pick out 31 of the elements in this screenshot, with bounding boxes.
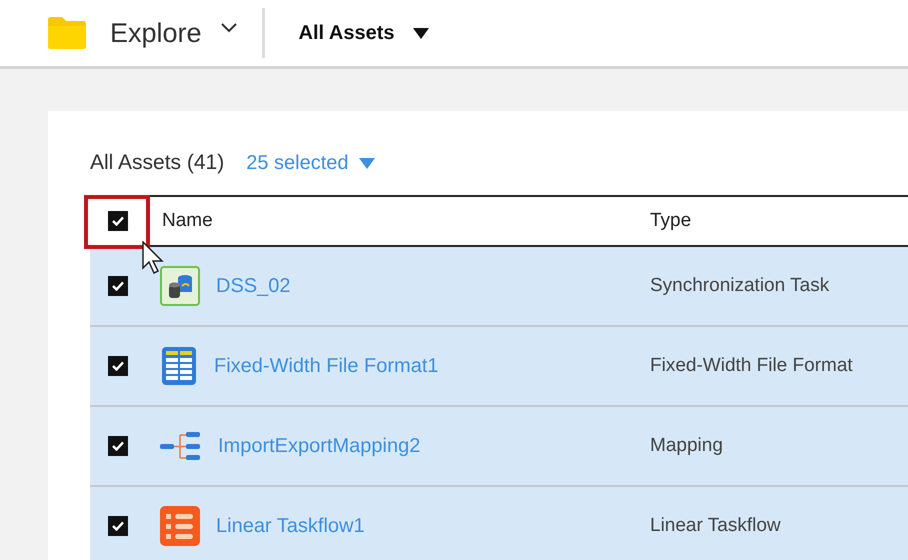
checkbox[interactable] — [108, 276, 128, 296]
column-header[interactable]: Type — [650, 210, 908, 232]
table-row[interactable]: Fixed-Width File Format1 Fixed-Width File Format — [90, 327, 908, 407]
table-row[interactable]: Linear Taskflow1 Linear Taskflow — [90, 487, 908, 560]
table-cell-text: Linear Taskflow — [650, 515, 782, 537]
checkmark-icon — [112, 361, 124, 371]
asset-count: All Assets (41) — [90, 151, 224, 175]
column-header[interactable]: Name — [148, 210, 650, 232]
folder-icon — [46, 16, 88, 50]
page-title: Explore — [110, 18, 202, 48]
checkbox[interactable] — [108, 356, 128, 376]
numbered-list-icon — [160, 506, 200, 546]
caret-down-icon — [412, 28, 429, 38]
checkmark-icon — [112, 441, 124, 451]
table-cell-text: Mapping — [650, 435, 724, 457]
checkbox[interactable] — [108, 211, 128, 231]
asset-filter-dropdown[interactable]: All Assets — [290, 18, 437, 48]
checkmark-icon — [112, 216, 124, 226]
caret-down-icon — [358, 158, 375, 168]
checkbox[interactable] — [108, 516, 128, 536]
checkmark-icon — [112, 521, 124, 531]
checkbox[interactable] — [108, 436, 128, 456]
database-sync-icon — [160, 266, 200, 306]
mapping-icon — [160, 431, 202, 461]
chevron-down-icon[interactable] — [220, 22, 238, 34]
table-file-icon — [160, 346, 198, 386]
table-row[interactable]: ImportExportMapping2 Mapping — [90, 407, 908, 487]
table-cell-text: Fixed-Width File Format — [650, 355, 854, 377]
table-row[interactable]: DSS_02 Synchronization Task — [90, 247, 908, 327]
checkmark-icon — [112, 281, 124, 291]
table-cell-text: Synchronization Task — [650, 275, 830, 297]
